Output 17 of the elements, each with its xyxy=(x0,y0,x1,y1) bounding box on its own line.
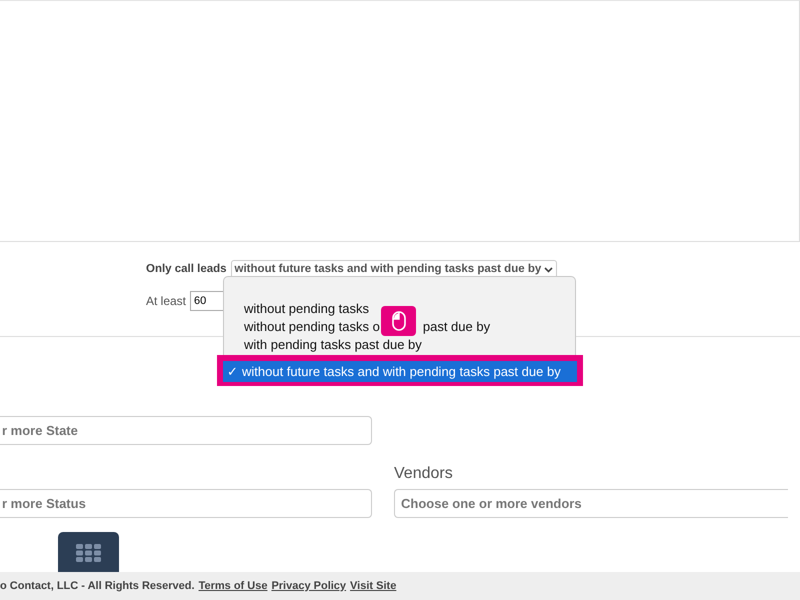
caret-icon xyxy=(544,266,554,273)
dropdown-option[interactable]: without pending tasks o past due by xyxy=(224,318,575,336)
dropdown-option[interactable]: ✓ without future tasks and with pending tasks past due by xyxy=(223,361,577,382)
select-field[interactable]: r more Status xyxy=(0,489,372,518)
mouse-icon xyxy=(392,311,406,331)
copyright-text: o Contact, LLC - All Rights Reserved. xyxy=(0,578,195,594)
select-field[interactable]: Choose one or more vendors xyxy=(394,489,788,518)
at-least-label: At least xyxy=(146,293,186,310)
apps-button[interactable] xyxy=(58,532,119,572)
footer-link[interactable]: Visit Site xyxy=(350,578,396,594)
field-label: Vendors xyxy=(394,464,454,484)
filter-label: Only call leads xyxy=(146,262,227,277)
select-field[interactable]: r more State xyxy=(0,416,372,445)
dropdown-option[interactable]: with pending tasks past due by xyxy=(224,336,575,354)
footer-link[interactable]: Privacy Policy xyxy=(271,578,346,594)
grid-icon xyxy=(76,544,102,562)
footer-link[interactable]: Terms of Use xyxy=(198,578,268,594)
